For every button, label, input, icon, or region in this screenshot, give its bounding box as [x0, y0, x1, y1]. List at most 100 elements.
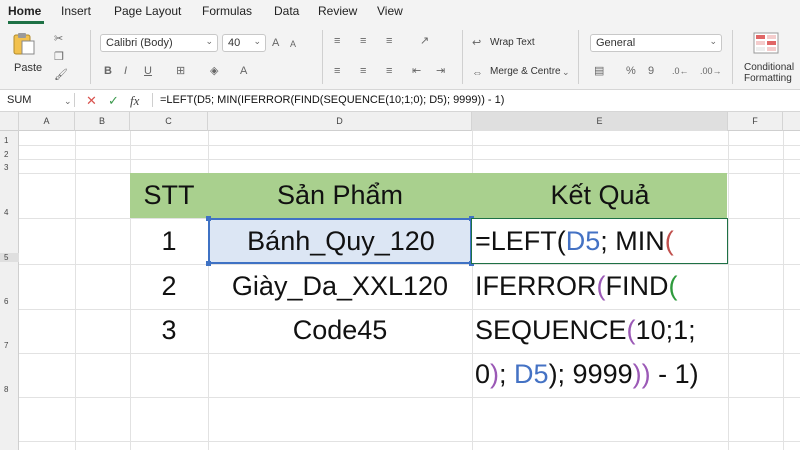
formula-line-1: =LEFT(D5; MIN(: [475, 226, 674, 257]
header-san-pham[interactable]: Sản Phẩm: [208, 180, 472, 211]
tab-view[interactable]: View: [377, 4, 403, 18]
merge-centre-button[interactable]: Merge & Centre: [490, 66, 561, 77]
formula-input[interactable]: =LEFT(D5; MIN(IFERROR(FIND(SEQUENCE(10;1…: [160, 94, 504, 106]
row-gridline: [19, 145, 800, 146]
increase-font-icon[interactable]: A: [272, 36, 279, 50]
divider: [322, 30, 323, 84]
tab-formulas[interactable]: Formulas: [202, 4, 252, 18]
chevron-down-icon[interactable]: ⌄: [562, 65, 570, 79]
number-format-value: General: [596, 37, 636, 49]
increase-decimal-icon[interactable]: .0←: [672, 64, 689, 78]
conditional-formatting-icon[interactable]: [753, 32, 779, 54]
decrease-indent-icon[interactable]: ⇤: [412, 64, 421, 78]
decrease-font-icon[interactable]: A: [290, 37, 296, 51]
divider: [74, 93, 75, 107]
tab-data[interactable]: Data: [274, 4, 299, 18]
formula-line-4: 0); D5); 9999)) - 1): [475, 359, 699, 390]
row-header-6[interactable]: 6: [0, 297, 19, 306]
underline-button[interactable]: U: [144, 64, 152, 78]
borders-icon[interactable]: ⊞: [176, 64, 185, 78]
tab-page-layout[interactable]: Page Layout: [114, 4, 181, 18]
row-gridline: [19, 159, 800, 160]
column-header-b[interactable]: B: [75, 112, 130, 131]
table-row-3-stt[interactable]: 3: [130, 315, 208, 346]
ribbon-home: Paste ✂ ❐ 🖌 Calibri (Body) ⌄ 40 ⌄ A A B …: [0, 24, 800, 90]
insert-function-icon[interactable]: fx: [130, 93, 139, 109]
column-header-f[interactable]: F: [728, 112, 783, 131]
column-header-a[interactable]: A: [19, 112, 75, 131]
formula-token: SEQUENCE: [475, 315, 627, 345]
tab-review[interactable]: Review: [318, 4, 357, 18]
fill-color-icon[interactable]: ◈: [210, 64, 218, 78]
column-header-c[interactable]: C: [130, 112, 208, 131]
column-header-e[interactable]: E: [472, 112, 728, 131]
formula-paren: (: [664, 226, 674, 256]
formula-token: FIND: [605, 271, 669, 301]
percent-icon[interactable]: %: [626, 64, 636, 78]
align-middle-icon[interactable]: ≡: [360, 34, 366, 48]
row-headers: 1 2 3 4 5 6 7 8: [0, 131, 19, 450]
font-size-value: 40: [228, 37, 241, 49]
tab-insert[interactable]: Insert: [61, 4, 91, 18]
row-header-3[interactable]: 3: [0, 163, 19, 172]
row-gridline: [19, 309, 800, 310]
align-bottom-icon[interactable]: ≡: [386, 34, 392, 48]
conditional-formatting-label-2[interactable]: Formatting: [744, 73, 792, 84]
select-all-corner[interactable]: [0, 112, 19, 131]
row-header-1[interactable]: 1: [0, 136, 19, 145]
selection-handle[interactable]: [206, 261, 211, 266]
paste-button[interactable]: Paste: [14, 62, 42, 74]
column-header-d[interactable]: D: [208, 112, 472, 131]
cut-icon[interactable]: ✂: [54, 32, 63, 46]
column-headers: A B C D E F: [0, 112, 800, 131]
header-ket-qua[interactable]: Kết Quả: [472, 180, 728, 211]
accounting-format-icon[interactable]: ▤: [594, 64, 604, 78]
copy-icon[interactable]: ❐: [54, 50, 64, 64]
row-header-8[interactable]: 8: [0, 385, 19, 394]
table-row-2-product[interactable]: Giày_Da_XXL120: [208, 271, 472, 302]
formula-bar: SUM ⌄ ✕ ✓ fx =LEFT(D5; MIN(IFERROR(FIND(…: [0, 90, 800, 112]
table-row-2-stt[interactable]: 2: [130, 271, 208, 302]
increase-indent-icon[interactable]: ⇥: [436, 64, 445, 78]
formula-paren: (: [668, 271, 678, 301]
row-header-5[interactable]: 5: [0, 253, 19, 262]
row-gridline: [19, 353, 800, 354]
merge-icon: ⇔: [472, 67, 483, 79]
paste-icon[interactable]: [12, 32, 38, 56]
font-size-select[interactable]: 40 ⌄: [222, 34, 266, 52]
name-box[interactable]: SUM: [4, 92, 70, 110]
wrap-text-button[interactable]: Wrap Text: [490, 37, 535, 48]
selection-handle[interactable]: [206, 216, 211, 221]
row-header-4[interactable]: 4: [0, 208, 19, 217]
font-color-icon[interactable]: A: [240, 64, 247, 78]
formula-paren: (: [626, 315, 636, 345]
divider: [462, 30, 463, 84]
column-gridline: [783, 131, 784, 450]
row-header-2[interactable]: 2: [0, 150, 19, 159]
bold-button[interactable]: B: [104, 64, 112, 78]
italic-button[interactable]: I: [124, 64, 127, 78]
conditional-formatting-label-1[interactable]: Conditional: [744, 62, 794, 73]
table-row-1-product[interactable]: Bánh_Quy_120: [210, 226, 472, 257]
table-row-3-product[interactable]: Code45: [208, 315, 472, 346]
font-name-select[interactable]: Calibri (Body) ⌄: [100, 34, 218, 52]
orientation-icon[interactable]: ↗: [420, 34, 429, 48]
align-top-icon[interactable]: ≡: [334, 34, 340, 48]
comma-style-icon[interactable]: 9: [648, 64, 654, 78]
cancel-icon[interactable]: ✕: [86, 93, 97, 109]
format-painter-icon[interactable]: 🖌: [54, 68, 68, 82]
chevron-down-icon: ⌄: [253, 36, 261, 46]
formula-line-3: SEQUENCE(10;1;: [475, 315, 696, 346]
chevron-down-icon[interactable]: ⌄: [64, 93, 72, 109]
divider: [732, 30, 733, 84]
table-row-1-stt[interactable]: 1: [130, 226, 208, 257]
tab-home[interactable]: Home: [8, 4, 41, 18]
align-center-icon[interactable]: ≡: [360, 64, 366, 78]
enter-icon[interactable]: ✓: [108, 93, 119, 109]
align-left-icon[interactable]: ≡: [334, 64, 340, 78]
decrease-decimal-icon[interactable]: .00→: [700, 64, 722, 78]
align-right-icon[interactable]: ≡: [386, 64, 392, 78]
row-header-7[interactable]: 7: [0, 341, 19, 350]
number-format-select[interactable]: General ⌄: [590, 34, 722, 52]
header-stt[interactable]: STT: [130, 180, 208, 211]
